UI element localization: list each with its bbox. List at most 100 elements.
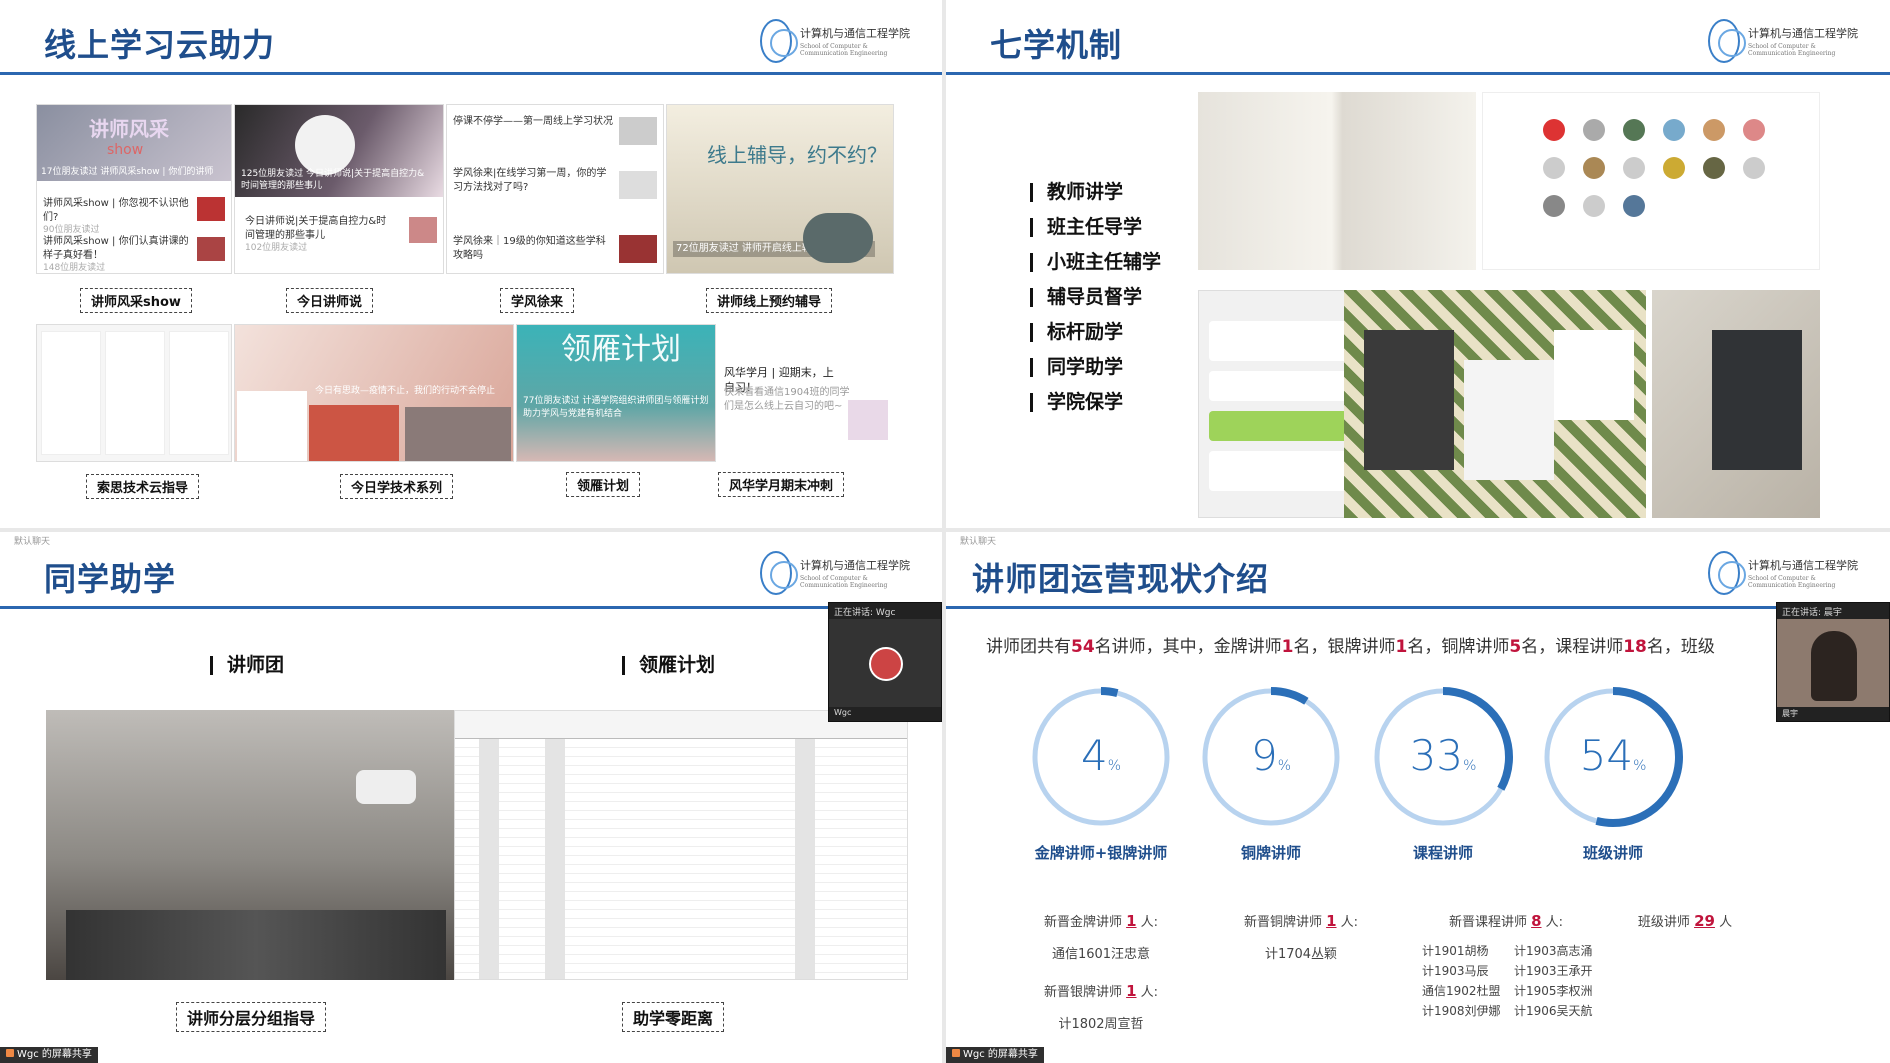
- percent-ring: 54% 班级讲师: [1528, 682, 1698, 863]
- school-logo: 计算机与通信工程学院 School of Computer & Communica…: [1708, 550, 1858, 596]
- percent-ring: 33% 课程讲师: [1358, 682, 1528, 863]
- speaker-name: Wgc: [829, 707, 941, 721]
- class-notes: 班级讲师 29 人: [1637, 912, 1733, 930]
- ring-label: 铜牌讲师: [1240, 844, 1301, 862]
- screen-share-canvas: 线上学习云助力 计算机与通信工程学院 School of Computer & C…: [0, 0, 1890, 1063]
- thumb-caption: 讲师风采: [89, 117, 169, 141]
- cat-illustration: [295, 115, 355, 175]
- school-logo: 计算机与通信工程学院 School of Computer & Communica…: [760, 18, 910, 64]
- speaker-video-tile[interactable]: 正在讲话: Wgc Wgc: [828, 602, 942, 722]
- avatar: [869, 647, 903, 681]
- phone-screenshot: [41, 331, 101, 455]
- mechanism-item: 学院保学: [1030, 393, 1161, 412]
- gold-silver-notes: 新晋金牌讲师 1 人: 通信1601汪忠意 新晋银牌讲师 1 人: 计1802周…: [1043, 912, 1159, 1032]
- caption-tag: 讲师分层分组指导: [176, 1002, 327, 1032]
- phone-screenshot: [169, 331, 229, 455]
- ring-value: 54%: [1580, 731, 1647, 780]
- avatar: [1703, 157, 1725, 179]
- news-item[interactable]: 讲师风采show | 你忽视不认识他们? 90位朋友读过: [43, 197, 193, 236]
- news-item[interactable]: 今日讲师说|关于提高自控力&时间管理的那些事儿 102位朋友读过: [245, 215, 395, 254]
- school-logo: 计算机与通信工程学院 School of Computer & Communica…: [760, 550, 910, 596]
- news-thumb-image: [619, 171, 657, 199]
- news-thumb-image: [619, 117, 657, 145]
- mechanism-item: 标杆励学: [1030, 323, 1161, 342]
- thumb-sub: 17位朋友读过 讲师风采show | 你们的讲师: [41, 167, 214, 178]
- thumb-tech-series[interactable]: 今日有思政—疫情不止，我们的行动不会停止: [234, 324, 514, 462]
- thumb-big-text: 线上辅导，约不约？: [707, 143, 887, 167]
- ring-label: 金牌讲师+银牌讲师: [1034, 844, 1168, 862]
- thumb-sub: 77位朋友读过 计通学院组织讲师团与领雁计划助力学风与党建有机结合: [523, 396, 709, 419]
- screen-share-indicator[interactable]: Wgc 的屏幕共享: [0, 1047, 98, 1063]
- news-item[interactable]: 学风徐来|在线学习第一周，你的学习方法找对了吗?: [453, 167, 613, 194]
- title-underline: [0, 606, 942, 609]
- percent-ring: 9% 铜牌讲师: [1186, 682, 1356, 863]
- ring-unit: %: [1463, 758, 1476, 774]
- avatar: [1663, 119, 1685, 141]
- school-seal-icon: [1708, 19, 1747, 63]
- school-name-en: School of Computer & Communication Engin…: [800, 43, 888, 57]
- course-notes: 新晋课程讲师 8 人: 计1901胡杨 计1903高志涌 计1903马辰 计1903…: [1422, 912, 1593, 1018]
- mechanism-item: 辅导员督学: [1030, 288, 1161, 307]
- ring-value: 4%: [1081, 731, 1121, 780]
- speaking-label: 正在讲话: 晨宇: [1777, 603, 1889, 619]
- news-thumb-image: [197, 237, 225, 261]
- camera-feed: [1811, 631, 1857, 701]
- school-seal-icon: [760, 19, 799, 63]
- school-name: 计算机与通信工程学院: [800, 559, 911, 572]
- thumb-study-style[interactable]: 停课不停学——第一周线上学习状况 学风徐来|在线学习第一周，你的学习方法找对了吗…: [446, 104, 664, 274]
- news-item[interactable]: 停课不停学——第一周线上学习状况: [453, 115, 613, 129]
- ring-unit: %: [1108, 758, 1121, 774]
- avatar: [1743, 157, 1765, 179]
- news-item[interactable]: 学风徐来｜19级的你知道这些学科攻略吗: [453, 235, 613, 262]
- slide-title: 线上学习云助力: [44, 26, 276, 64]
- roster-table-image: [454, 710, 908, 980]
- thumb-lecturer-show[interactable]: 讲师风采 show 17位朋友读过 讲师风采show | 你们的讲师 讲师风采s…: [36, 104, 232, 274]
- video-meeting-grid: [1482, 92, 1820, 270]
- thumb-online-tutoring[interactable]: 线上辅导，约不约？ 72位朋友读过 讲师开启线上辅导，约不约？: [666, 104, 894, 274]
- avatar: [1583, 119, 1605, 141]
- caption-tag: 领雁计划: [566, 472, 641, 497]
- speaker-video-tile[interactable]: 正在讲话: 晨宇 晨宇: [1776, 602, 1890, 722]
- avatar: [1623, 119, 1645, 141]
- avatar: [1663, 157, 1685, 179]
- percent-ring: 4% 金牌讲师+银牌讲师: [1016, 682, 1186, 863]
- ring-label: 课程讲师: [1412, 844, 1473, 862]
- photo: [405, 407, 511, 461]
- title-underline: [946, 606, 1890, 609]
- school-logo: 计算机与通信工程学院 School of Computer & Communica…: [1708, 18, 1858, 64]
- section-heading: 领雁计划: [622, 656, 715, 675]
- news-thumb-image: [619, 235, 657, 263]
- school-name-en: School of Computer & Communication Engin…: [800, 575, 888, 589]
- bronze-notes: 新晋铜牌讲师 1 人: 计1704丛颖: [1243, 912, 1359, 962]
- avatar: [1543, 157, 1565, 179]
- books-photo: [1652, 290, 1820, 518]
- thumb-fenghua-month[interactable]: 风华学月 | 迎期末，上自习！ 快来看看通信1904班的同学们是怎么线上云自习的…: [718, 324, 896, 462]
- section-heading: 讲师团: [210, 656, 284, 675]
- slide-title: 讲师团运营现状介绍: [972, 560, 1270, 598]
- slide-peer-assist: 默认聊天 同学助学 计算机与通信工程学院 School of Computer &…: [0, 532, 942, 1063]
- screen-share-indicator[interactable]: Wgc 的屏幕共享: [946, 1047, 1044, 1063]
- news-sub: 快来看看通信1904班的同学们是怎么线上云自习的吧~: [724, 387, 850, 412]
- mechanism-item: 小班主任辅学: [1030, 253, 1161, 272]
- map-illustration: [237, 391, 307, 461]
- avatar: [1543, 119, 1565, 141]
- thumb-tech-guidance[interactable]: [36, 324, 232, 462]
- slide-lecturer-status: 默认聊天 讲师团运营现状介绍 计算机与通信工程学院 School of Compu…: [946, 532, 1890, 1063]
- slide-title: 同学助学: [44, 560, 177, 598]
- thumb-lingyan-plan[interactable]: 领雁计划 77位朋友读过 计通学院组织讲师团与领雁计划助力学风与党建有机结合: [516, 324, 716, 462]
- slide-seven-learning: 七学机制 计算机与通信工程学院 School of Computer & Comm…: [946, 0, 1890, 528]
- mechanism-list: 教师讲学 班主任导学 小班主任辅学 辅导员督学 标杆励学 同学助学 学院保学: [1030, 183, 1161, 428]
- speaking-label: 正在讲话: Wgc: [829, 603, 941, 619]
- thumb-sub: 125位朋友读过 今日讲师说|关于提高自控力&时间管理的那些事儿: [241, 168, 425, 192]
- mechanism-item: 教师讲学: [1030, 183, 1161, 202]
- share-icon: [952, 1049, 960, 1057]
- ring-value: 33%: [1410, 731, 1477, 780]
- news-thumb-image: [848, 400, 888, 440]
- school-name: 计算机与通信工程学院: [1748, 559, 1859, 572]
- news-item[interactable]: 讲师风采show | 你们认真讲课的样子真好看！ 148位朋友读过: [43, 235, 193, 273]
- ring-unit: %: [1278, 758, 1291, 774]
- thumb-lecturer-says[interactable]: 125位朋友读过 今日讲师说|关于提高自控力&时间管理的那些事儿 今日讲师说|关…: [234, 104, 444, 274]
- caption-tag: 今日讲师说: [286, 288, 374, 313]
- school-seal-icon: [760, 551, 799, 595]
- title-underline: [946, 72, 1890, 75]
